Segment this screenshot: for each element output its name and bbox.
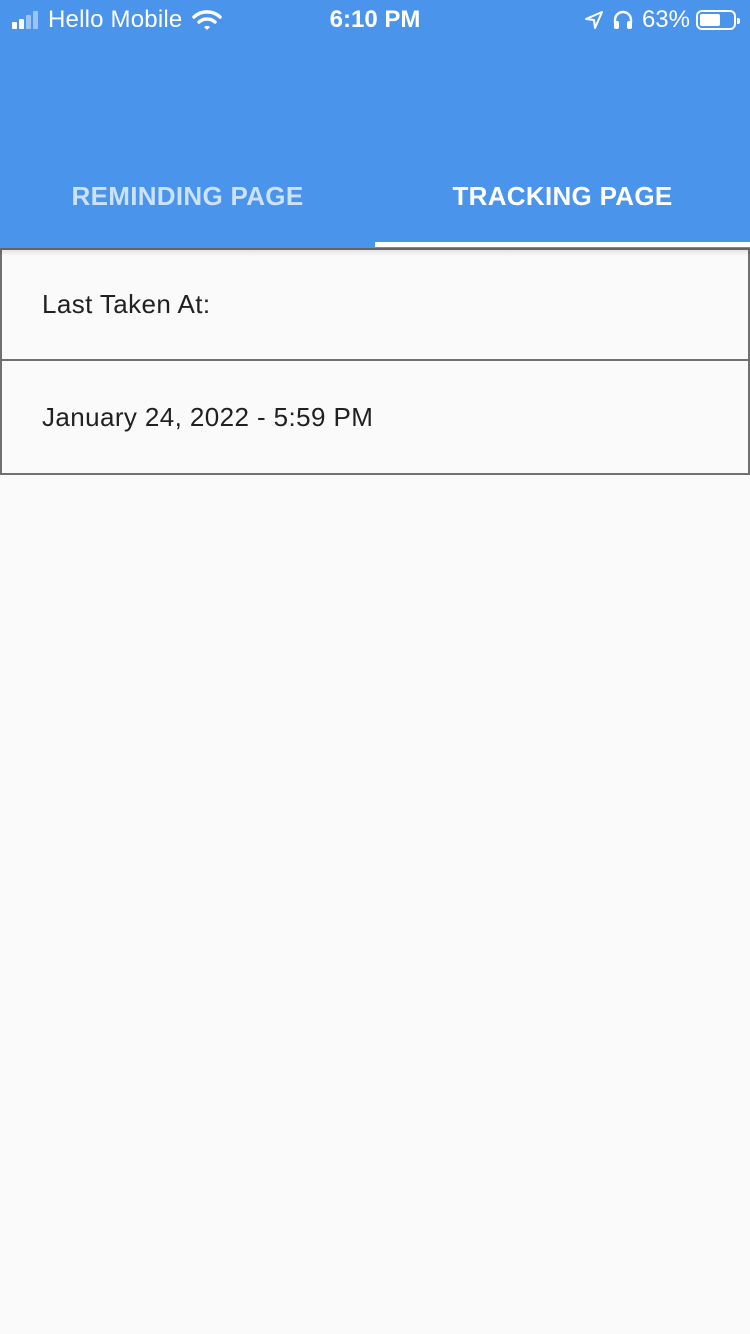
selected-tab-indicator: [375, 242, 750, 247]
status-bar: Hello Mobile 6:10 PM 63%: [0, 0, 750, 40]
tab-bar: REMINDING PAGE TRACKING PAGE: [0, 150, 750, 248]
tab-tracking-page[interactable]: TRACKING PAGE: [375, 150, 750, 248]
battery-icon: [696, 10, 740, 30]
last-taken-value: January 24, 2022 - 5:59 PM: [42, 401, 374, 432]
location-arrow-icon: [584, 10, 604, 30]
status-right: 63%: [584, 6, 740, 34]
last-taken-value-row: January 24, 2022 - 5:59 PM: [0, 361, 750, 475]
battery-level-fill: [700, 14, 720, 26]
app-bar: Hello Mobile 6:10 PM 63% REMINDING PAGE …: [0, 0, 750, 248]
battery-tip: [737, 18, 740, 24]
tab-reminding-page[interactable]: REMINDING PAGE: [0, 150, 375, 248]
last-taken-heading-row: Last Taken At:: [0, 248, 750, 361]
tracking-content: Last Taken At: January 24, 2022 - 5:59 P…: [0, 248, 750, 475]
battery-percent: 63%: [641, 6, 690, 33]
last-taken-heading: Last Taken At:: [42, 289, 211, 319]
headphones-icon: [612, 9, 634, 31]
